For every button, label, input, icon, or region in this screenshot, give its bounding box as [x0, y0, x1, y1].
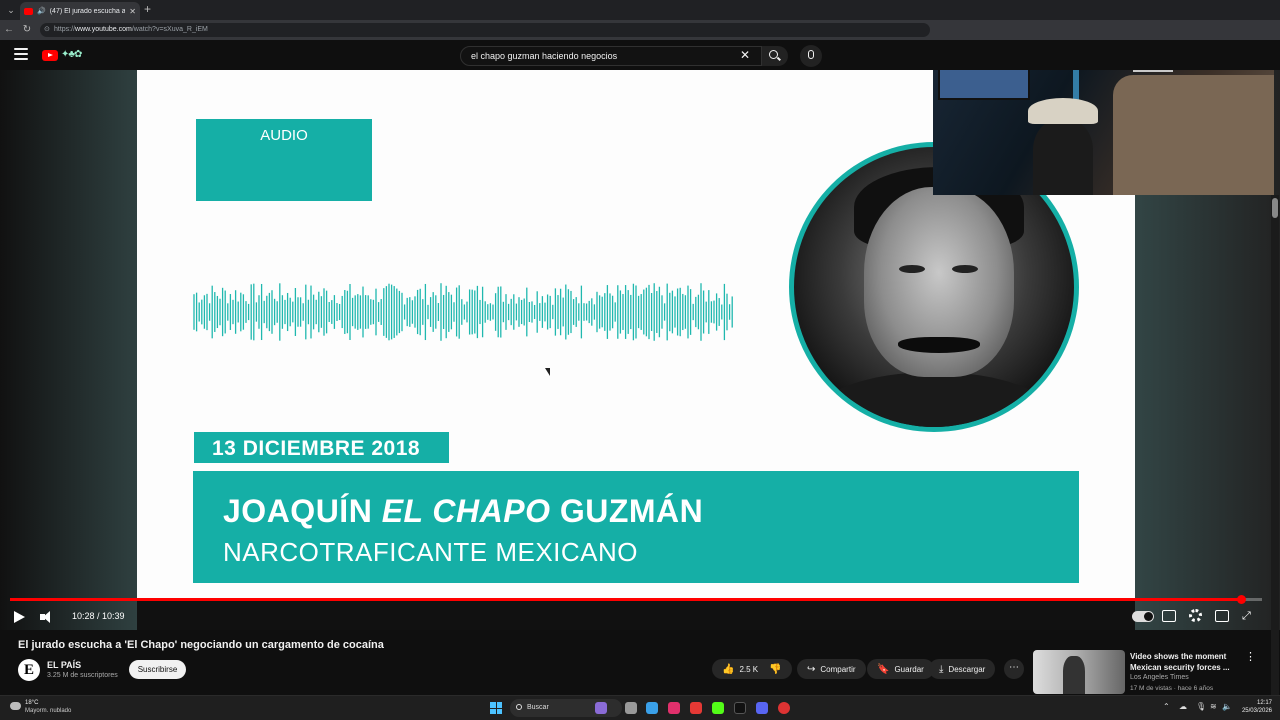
audio-badge: AUDIO [196, 119, 372, 201]
taskbar-search-label: Buscar [527, 704, 549, 711]
audio-waveform [193, 283, 733, 341]
tray-chevron-icon[interactable]: ⌃ [1163, 702, 1170, 711]
back-icon[interactable]: ← [2, 22, 16, 38]
date-label: 13 DICIEMBRE 2018 [212, 437, 421, 460]
video-title: El jurado escucha a 'El Chapo' negociand… [18, 639, 384, 651]
share-button[interactable]: ↪ Compartir [797, 659, 866, 679]
voice-search-button[interactable] [800, 45, 822, 67]
theater-mode-icon[interactable] [1215, 610, 1229, 622]
recommended-video-title[interactable]: Video shows the moment Mexican security … [1130, 651, 1240, 673]
wifi-icon[interactable]: ≋ [1210, 702, 1217, 711]
save-button[interactable]: 🔖 Guardar [867, 659, 934, 679]
reload-icon[interactable]: ↻ [20, 22, 34, 38]
download-icon: ⤓ [939, 663, 944, 675]
recommended-video-menu-icon[interactable]: ⋮ [1245, 650, 1256, 663]
speaker-icon[interactable]: 🔊 [37, 7, 46, 15]
chrome-app-icon[interactable] [778, 702, 790, 714]
youtube-masthead: ✦♣✿ el chapo guzman haciendo negocios ✕ [0, 40, 1280, 70]
settings-gear-icon[interactable] [1189, 609, 1202, 622]
windows-start-icon[interactable] [490, 702, 502, 714]
browser-tab[interactable]: 🔊 (47) El jurado escucha a 'El Ch ✕ [20, 2, 140, 20]
video-player[interactable]: AUDIO 13 DICIEMBRE 2018 JOAQUÍN EL CHAPO… [0, 70, 1280, 630]
download-button[interactable]: ⤓ Descargar [929, 659, 996, 679]
close-tab-icon[interactable]: ✕ [129, 7, 136, 16]
youtube-logo-icon[interactable] [42, 50, 58, 61]
save-label: Guardar [894, 664, 924, 674]
like-icon[interactable]: 👍 [722, 664, 734, 675]
weather-description[interactable]: Mayorm. nublado [25, 708, 71, 714]
widget-app-icon[interactable] [595, 702, 607, 714]
url-prefix: https:// [54, 26, 76, 33]
person-role: NARCOTRAFICANTE MEXICANO [223, 537, 639, 567]
fullscreen-icon[interactable]: ⤢ [1242, 610, 1251, 623]
cloud-icon[interactable] [10, 702, 21, 710]
microphone-icon [808, 50, 814, 59]
download-label: Descargar [948, 664, 986, 674]
menu-icon[interactable] [14, 48, 28, 60]
like-count[interactable]: 2.5 K [739, 665, 758, 674]
share-icon: ↪ [807, 663, 816, 675]
recommended-video-thumbnail[interactable] [1033, 650, 1125, 694]
subscriber-count: 3.25 M de suscriptores [47, 672, 118, 679]
tray-cloud-icon[interactable]: ☁ [1179, 702, 1187, 711]
dislike-icon[interactable]: 👎 [769, 664, 781, 675]
tab-search-icon[interactable]: ⌄ [4, 3, 18, 17]
url-host: www.youtube.com [75, 26, 132, 33]
youtube-favicon-icon [24, 7, 33, 15]
youtube-doodle-icon[interactable]: ✦♣✿ [61, 49, 82, 60]
clear-search-icon[interactable]: ✕ [740, 48, 750, 62]
instagram-icon[interactable] [668, 702, 680, 714]
play-icon[interactable] [14, 611, 25, 623]
audio-label: AUDIO [260, 127, 308, 144]
new-tab-icon[interactable]: + [144, 2, 151, 16]
video-details: El jurado escucha a 'El Chapo' negociand… [0, 630, 1280, 694]
recommended-video-channel[interactable]: Los Angeles Times [1130, 674, 1189, 681]
discord-icon[interactable] [756, 702, 768, 714]
tab-title: (47) El jurado escucha a 'El Ch [49, 7, 126, 15]
clock-date[interactable]: 25/03/2026 [1236, 708, 1272, 714]
scrubber-handle[interactable] [1236, 595, 1246, 604]
url-path: /watch?v=sXuva_R_iEM [131, 26, 208, 33]
page-scrollbar[interactable] [1271, 195, 1279, 695]
person-name: JOAQUÍN EL CHAPO GUZMÁN [223, 493, 704, 529]
youtube-app-icon[interactable] [690, 702, 702, 714]
webcam-overlay [933, 70, 1274, 195]
browser-tab-bar: ⌄ 🔊 (47) El jurado escucha a 'El Ch ✕ + [0, 0, 1280, 20]
mouse-cursor-icon [545, 368, 550, 376]
clock-time[interactable]: 12:17 [1244, 700, 1272, 706]
tray-mic-icon[interactable]: 🎙 [1196, 702, 1206, 711]
taskbar-search-icon [516, 704, 522, 710]
channel-name[interactable]: EL PAÍS [47, 660, 81, 670]
name-banner: JOAQUÍN EL CHAPO GUZMÁN NARCOTRAFICANTE … [193, 471, 1079, 583]
date-banner: 13 DICIEMBRE 2018 [194, 432, 449, 463]
kick-icon[interactable] [712, 702, 724, 714]
tiktok-icon[interactable] [734, 702, 746, 714]
video-side-left [0, 70, 137, 630]
site-info-icon[interactable]: ⊙ [44, 23, 50, 37]
subtitles-icon[interactable] [1162, 610, 1176, 622]
browser-toolbar: ← ↻ ⊙ https://www.youtube.com/watch?v=sX… [0, 20, 1280, 40]
share-label: Compartir [820, 664, 856, 674]
address-bar[interactable]: ⊙ https://www.youtube.com/watch?v=sXuva_… [40, 23, 930, 37]
volume-icon[interactable] [40, 610, 56, 624]
task-view-icon[interactable] [625, 702, 637, 714]
windows-taskbar: 18°C Mayorm. nublado Buscar ⌃ ☁ 🎙 ≋ 🔈 12… [0, 695, 1280, 720]
progress-bar[interactable] [10, 595, 1262, 604]
scrollbar-thumb[interactable] [1272, 198, 1278, 218]
channel-avatar[interactable]: E [18, 659, 40, 681]
search-input[interactable]: el chapo guzman haciendo negocios [460, 46, 762, 66]
volume-tray-icon[interactable]: 🔈 [1222, 702, 1232, 711]
time-display: 10:28 / 10:39 [72, 611, 125, 621]
more-actions-icon[interactable]: ⋯ [1004, 659, 1024, 679]
search-button[interactable] [762, 46, 788, 66]
bookmark-icon: 🔖 [877, 663, 890, 675]
progress-fill [10, 598, 1241, 601]
search-icon [769, 50, 778, 59]
recommended-video-meta: 17 M de vistas · hace 6 años [1130, 685, 1214, 692]
edge-browser-icon[interactable] [646, 702, 658, 714]
weather-temperature[interactable]: 18°C [25, 700, 38, 706]
like-dislike-group: 👍 2.5 K 👎 [712, 659, 792, 679]
subscribe-button[interactable]: Suscribirse [129, 660, 186, 679]
autoplay-toggle[interactable] [1132, 611, 1154, 622]
